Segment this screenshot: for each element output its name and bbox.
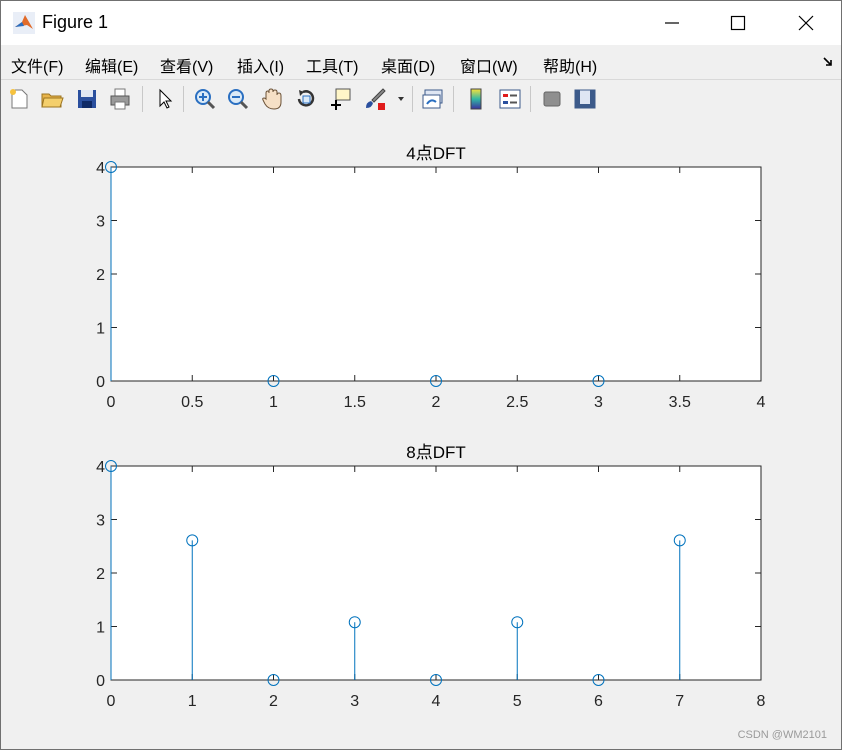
maximize-icon [730, 15, 746, 31]
zoom-out-button[interactable] [224, 85, 252, 113]
title-bar[interactable]: Figure 1 [1, 1, 841, 45]
zoom-out-icon [228, 89, 249, 110]
data-cursor-button[interactable] [326, 85, 354, 113]
toolbar-separator [142, 86, 143, 112]
link-plot-icon [422, 89, 443, 109]
show-plot-tools-button[interactable] [571, 85, 599, 113]
x-tick-label: 1 [188, 693, 197, 710]
matlab-logo-icon [13, 12, 35, 34]
link-plot-button[interactable] [419, 85, 447, 113]
y-tick-label: 4 [96, 459, 105, 476]
show-plot-tools-icon [574, 89, 596, 109]
x-tick-label: 2 [269, 693, 278, 710]
colorbar-button[interactable] [462, 85, 490, 113]
x-tick-label: 3 [350, 693, 359, 710]
close-button[interactable] [771, 1, 841, 45]
menu-insert[interactable]: 插入(I) [237, 53, 284, 77]
x-tick-label: 6 [594, 693, 603, 710]
legend-button[interactable] [496, 85, 524, 113]
menu-window[interactable]: 窗口(W) [460, 53, 518, 77]
legend-icon [499, 89, 521, 109]
menu-help[interactable]: 帮助(H) [543, 53, 597, 77]
menu-desktop[interactable]: 桌面(D) [381, 53, 435, 77]
menu-tools[interactable]: 工具(T) [306, 53, 358, 77]
y-tick-label: 1 [96, 620, 105, 637]
y-tick-label: 0 [96, 673, 105, 690]
brush-dropdown-button[interactable] [393, 85, 409, 113]
x-tick-label: 7 [675, 693, 684, 710]
open-file-icon [41, 93, 64, 108]
x-tick-label: 0 [107, 394, 116, 411]
open-file-button[interactable] [38, 85, 66, 113]
minimize-icon [665, 22, 679, 24]
rotate-3d-icon [297, 90, 315, 107]
figure-window: Figure 1 文件(F) 编辑(E) 查看(V) 插入(I) 工具(T) 桌… [0, 0, 842, 750]
hide-plot-tools-button[interactable] [538, 85, 566, 113]
subplot-title: 8点DFT [406, 443, 466, 462]
x-tick-label: 0.5 [181, 394, 203, 411]
toolbar-separator [453, 86, 454, 112]
x-tick-label: 5 [513, 693, 522, 710]
y-tick-label: 3 [96, 513, 105, 530]
y-tick-label: 3 [96, 214, 105, 231]
print-icon [110, 88, 130, 110]
new-figure-button[interactable] [5, 85, 33, 113]
colorbar-icon [470, 88, 482, 110]
x-tick-label: 1 [269, 394, 278, 411]
x-tick-label: 2.5 [506, 394, 528, 411]
brush-button[interactable] [361, 85, 389, 113]
save-button[interactable] [73, 85, 101, 113]
figure-canvas: 0 0.5 1 1.5 2 2.5 3 3.5 4 0 1 2 3 4 4点DFT 0 1 2 3 4 5 6 7 8 0 1 2 3… [1, 118, 841, 749]
menu-file[interactable]: 文件(F) [11, 53, 63, 77]
zoom-in-icon [195, 89, 216, 110]
y-tick-label: 4 [96, 160, 105, 177]
x-tick-label: 0 [107, 693, 116, 710]
zoom-in-button[interactable] [191, 85, 219, 113]
minimize-button[interactable] [637, 1, 707, 45]
pan-button[interactable] [258, 85, 286, 113]
x-tick-label: 2 [432, 394, 441, 411]
toolbar-separator [183, 86, 184, 112]
data-cursor-icon [331, 88, 351, 110]
x-tick-label: 4 [757, 394, 766, 411]
brush-icon [366, 88, 386, 110]
x-tick-label: 4 [432, 693, 441, 710]
figure-toolbar [1, 79, 841, 119]
x-tick-label: 1.5 [344, 394, 366, 411]
y-tick-label: 2 [96, 566, 105, 583]
menu-view[interactable]: 查看(V) [160, 53, 213, 77]
x-tick-label: 3.5 [669, 394, 691, 411]
y-tick-label: 1 [96, 321, 105, 338]
dock-arrow-icon[interactable] [821, 55, 835, 69]
axes-box [110, 166, 762, 382]
rotate-3d-button[interactable] [292, 85, 320, 113]
y-tick-label: 0 [96, 374, 105, 391]
save-icon [78, 90, 96, 108]
watermark-text: CSDN @WM2101 [737, 729, 827, 741]
print-button[interactable] [106, 85, 134, 113]
new-figure-icon [10, 89, 28, 109]
subplots-area: 0 0.5 1 1.5 2 2.5 3 3.5 4 0 1 2 3 4 4点DFT 0 1 2 3 4 5 6 7 8 0 1 2 3… [96, 144, 766, 710]
toolbar-separator [530, 86, 531, 112]
subplot-title: 4点DFT [406, 144, 466, 163]
menu-edit[interactable]: 编辑(E) [85, 53, 138, 77]
pointer-icon [159, 88, 173, 109]
menu-bar: 文件(F) 编辑(E) 查看(V) 插入(I) 工具(T) 桌面(D) 窗口(W… [1, 45, 841, 79]
hide-plot-tools-icon [543, 91, 561, 107]
maximize-button[interactable] [703, 1, 773, 45]
axes-box [110, 465, 762, 681]
x-tick-label: 3 [594, 394, 603, 411]
close-icon [798, 15, 814, 31]
pointer-button[interactable] [151, 85, 179, 113]
window-title: Figure 1 [42, 12, 109, 32]
x-tick-label: 8 [757, 693, 766, 710]
y-tick-label: 2 [96, 267, 105, 284]
toolbar-separator [412, 86, 413, 112]
brush-dropdown-icon [398, 97, 404, 101]
pan-icon [262, 88, 282, 110]
